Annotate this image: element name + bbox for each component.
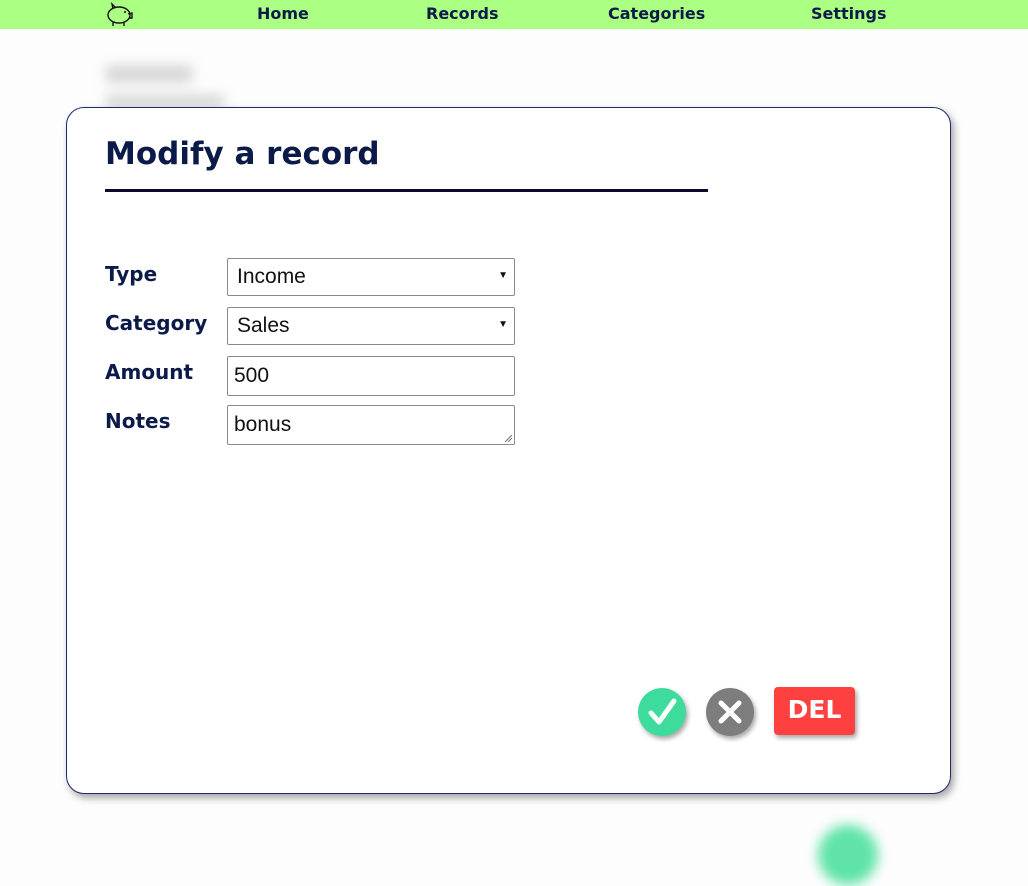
modify-record-dialog: Modify a record Type Income ▼ Category S…	[66, 107, 951, 794]
confirm-button[interactable]	[638, 688, 686, 736]
nav-records[interactable]: Records	[426, 4, 499, 23]
dialog-title: Modify a record	[105, 136, 380, 172]
notes-textarea[interactable]: bonus	[227, 405, 515, 445]
close-icon	[718, 700, 742, 724]
resize-grip-icon[interactable]	[504, 434, 513, 443]
delete-button[interactable]: DEL	[774, 687, 855, 735]
type-label: Type	[105, 262, 158, 286]
notes-textarea-value: bonus	[234, 413, 292, 436]
piggy-bank-icon[interactable]	[104, 0, 134, 28]
amount-input-value: 500	[234, 364, 270, 387]
check-icon	[648, 698, 677, 725]
amount-label: Amount	[105, 360, 194, 384]
category-select[interactable]: Sales ▼	[227, 307, 515, 345]
cancel-button[interactable]	[706, 688, 754, 736]
category-select-value: Sales	[237, 314, 290, 337]
amount-input[interactable]: 500	[227, 356, 515, 396]
dropdown-arrow-icon: ▼	[498, 270, 508, 281]
notes-label: Notes	[105, 409, 171, 433]
nav-categories[interactable]: Categories	[608, 4, 705, 23]
type-select[interactable]: Income ▼	[227, 258, 515, 296]
category-label: Category	[105, 311, 208, 335]
top-navbar: Home Records Categories Settings	[0, 0, 1028, 29]
title-divider	[105, 189, 708, 192]
nav-home[interactable]: Home	[257, 4, 309, 23]
type-select-value: Income	[237, 265, 306, 288]
nav-settings[interactable]: Settings	[811, 4, 887, 23]
dropdown-arrow-icon: ▼	[498, 319, 508, 330]
